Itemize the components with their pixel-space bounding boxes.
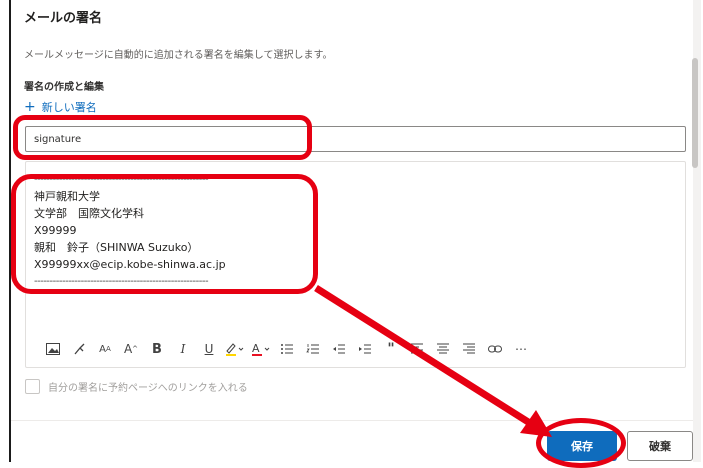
annotation-arrow-shaft — [314, 285, 535, 428]
annotation-arrow — [314, 285, 552, 437]
